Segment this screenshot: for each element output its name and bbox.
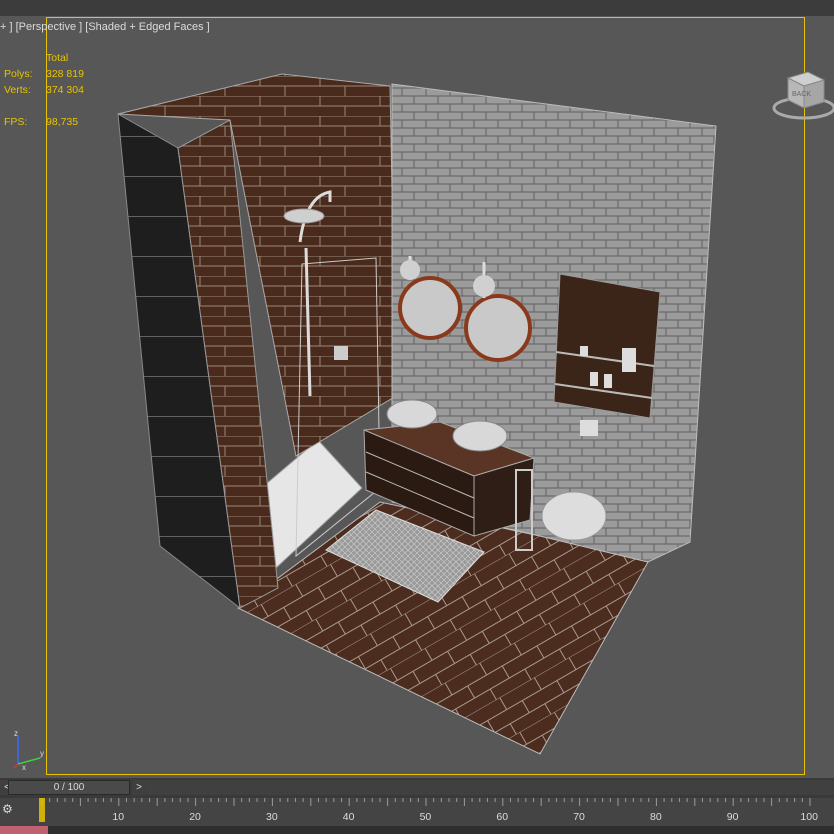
- viewcube-icon[interactable]: BACK: [768, 68, 834, 128]
- status-strip: [0, 826, 834, 834]
- polys-value: 328 819: [46, 68, 84, 80]
- round-mirror-right: [464, 294, 532, 362]
- round-mirror-left: [398, 276, 462, 340]
- toilet: [541, 491, 607, 541]
- time-slider-bar: < 0 / 100 >: [0, 778, 834, 798]
- axis-z-label: z: [14, 730, 18, 738]
- ruler-tick-label: 70: [573, 811, 585, 823]
- ruler-tick-label: 20: [189, 811, 201, 823]
- time-slider[interactable]: 0 / 100: [8, 780, 130, 795]
- frame-ruler: 10 20 30 40 50 60 70 80 90 100: [39, 798, 818, 823]
- ruler-tick-label: 80: [650, 811, 662, 823]
- verts-label: Verts:: [4, 84, 31, 96]
- viewcube-face-label: BACK: [792, 91, 811, 98]
- axis-tripod-icon: z y x: [13, 730, 44, 770]
- perspective-viewport[interactable]: + ] [Perspective ] [Shaded + Edged Faces…: [0, 16, 834, 778]
- status-accent: [0, 826, 48, 834]
- axis-y-label: y: [40, 749, 44, 758]
- ruler-tick-label: 10: [112, 811, 124, 823]
- ruler-tick-label: 50: [420, 811, 432, 823]
- ruler-tick-label: 60: [496, 811, 508, 823]
- shower-mixer: [334, 346, 348, 360]
- axis-x-label: x: [22, 763, 26, 770]
- polys-label: Polys:: [4, 68, 33, 80]
- time-track[interactable]: [146, 780, 834, 795]
- fps-value: 98,735: [46, 116, 79, 128]
- ruler-tick-label: 100: [800, 811, 818, 823]
- time-next-button[interactable]: >: [132, 780, 146, 795]
- shower-head: [283, 208, 325, 224]
- ruler-tick-label: 30: [266, 811, 278, 823]
- stats-header: Total: [46, 52, 69, 64]
- ruler-tick-label: 90: [727, 811, 739, 823]
- verts-value: 374 304: [46, 84, 84, 96]
- viewport-label-menu[interactable]: + ] [Perspective ] [Shaded + Edged Faces…: [0, 21, 210, 33]
- top-toolbar-strip: [0, 0, 834, 16]
- fps-label: FPS:: [4, 116, 28, 128]
- current-frame-marker[interactable]: [39, 798, 45, 822]
- bathroom-scene: [117, 73, 717, 755]
- sink-right: [452, 420, 508, 452]
- sink-left: [386, 399, 438, 429]
- ruler-tick-label: 40: [343, 811, 355, 823]
